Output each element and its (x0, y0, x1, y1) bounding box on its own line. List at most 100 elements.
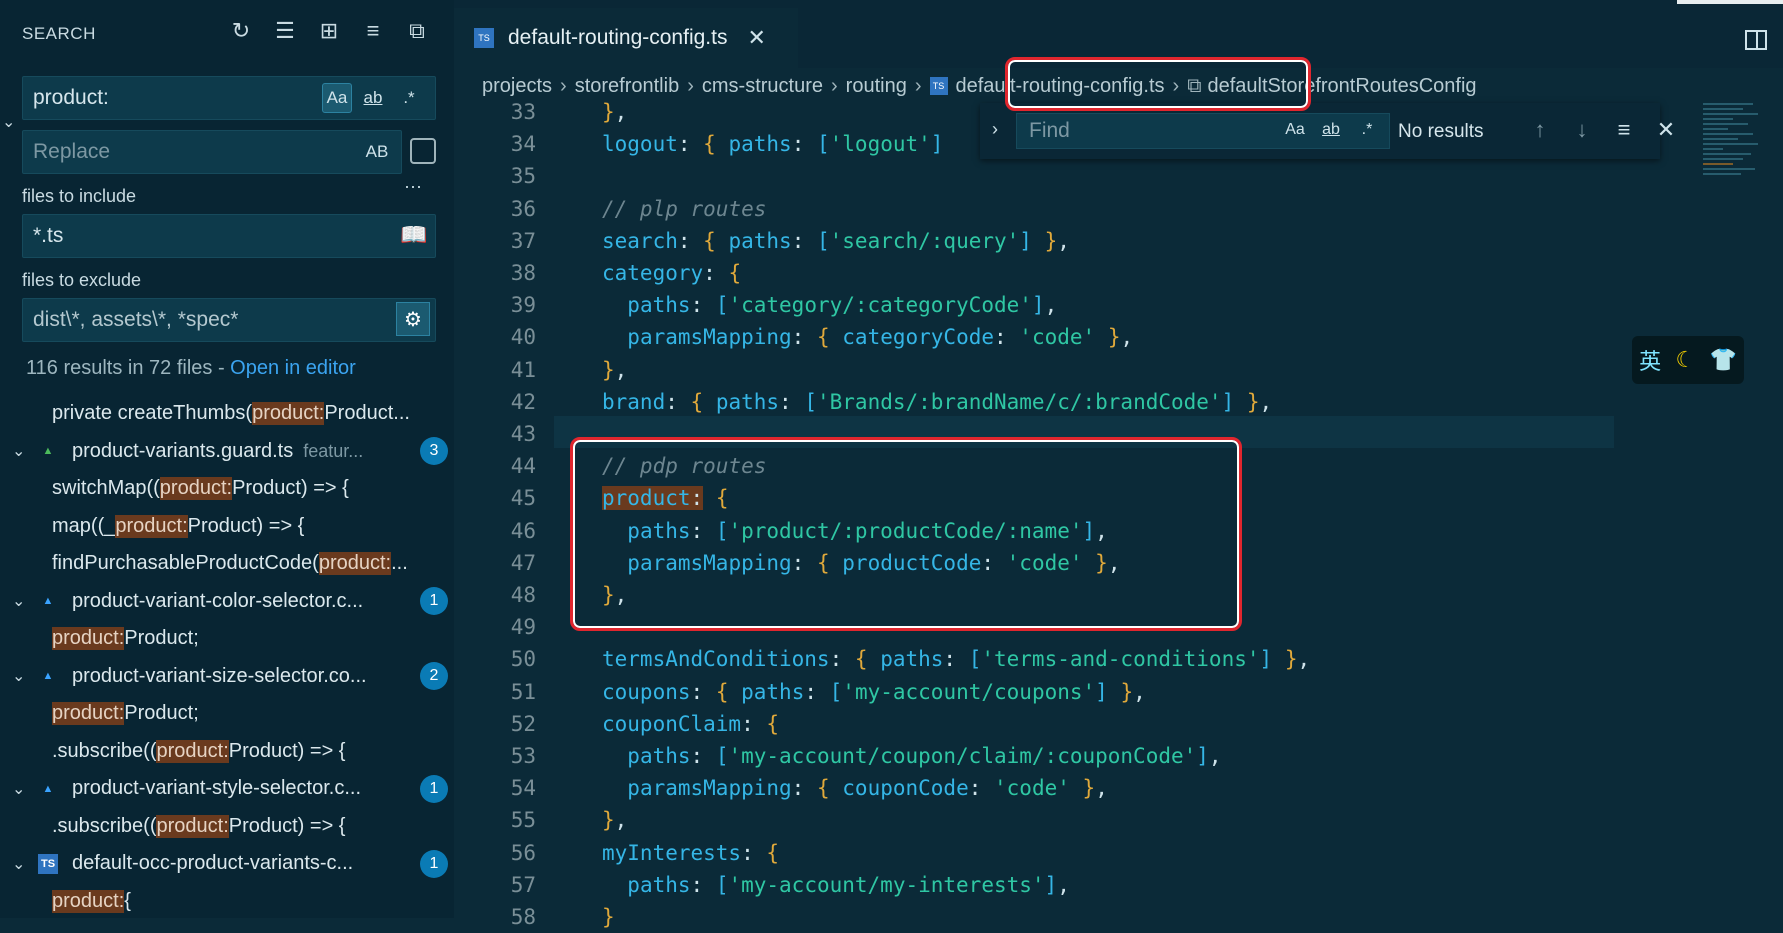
search-match-row[interactable]: findPurchasableProductCode(product: ... (0, 545, 454, 582)
minimap[interactable] (1703, 100, 1763, 240)
code-line: 37 search: { paths: ['search/:query'] }, (454, 225, 1714, 257)
match-highlight: product: (52, 702, 125, 725)
breadcrumb-projects[interactable]: projects (482, 75, 552, 98)
match-highlight: product: (159, 477, 233, 500)
breadcrumb-cms-structure[interactable]: cms-structure (702, 75, 823, 98)
include-input[interactable]: *.ts (22, 214, 436, 258)
match-text: Product) => { (187, 514, 305, 537)
tab-label: default-routing-config.ts (508, 26, 728, 49)
search-file-row[interactable]: ⌄ ▲ product-variant-style-selector.c... 1 (0, 770, 454, 807)
breadcrumb-routing[interactable]: routing (846, 75, 907, 98)
match-whole-word-toggle[interactable]: ab (358, 83, 388, 113)
search-file-row[interactable]: ⌄ ▲ product-variant-size-selector.co... 2 (0, 658, 454, 695)
search-match-row[interactable]: .subscribe((product: Product) => { (0, 808, 454, 845)
toggle-replace-chevron[interactable]: ⌄ (2, 112, 15, 132)
line-number: 53 (510, 744, 536, 768)
shirt-icon[interactable]: 👕 (1709, 347, 1736, 373)
moon-icon[interactable]: ☾ (1675, 347, 1695, 373)
tab-default-routing-config[interactable]: TS default-routing-config.ts ✕ (454, 8, 798, 68)
typescript-file-icon: TS (929, 77, 948, 95)
breadcrumb-storefrontlib[interactable]: storefrontlib (575, 75, 680, 98)
exclude-value: dist\*, assets\*, *spec* (33, 308, 239, 331)
arrow-up-icon[interactable]: ↑ (1528, 117, 1552, 143)
angular-file-icon: ▲ (42, 445, 54, 457)
line-source: } (602, 905, 615, 929)
line-source: coupons: { paths: ['my-account/coupons']… (602, 679, 1146, 704)
match-text: ... (391, 552, 408, 574)
line-source: category: { (602, 261, 742, 285)
close-icon[interactable]: ✕ (747, 25, 765, 51)
replace-input[interactable]: Replace (22, 130, 402, 174)
line-source: paths: ['category/:categoryCode'], (627, 293, 1058, 318)
arrow-down-icon[interactable]: ↓ (1570, 117, 1594, 143)
find-whole-word-toggle[interactable]: ab (1316, 113, 1346, 147)
split-editor-icon[interactable] (1745, 30, 1767, 50)
search-file-row[interactable]: ⌄ TS default-occ-product-variants-c... 1 (0, 845, 454, 882)
search-file-row[interactable]: ⌄ ▲ product-variants.guard.ts featur... 3 (0, 433, 454, 470)
new-search-editor-icon[interactable]: ⊞ (316, 18, 342, 44)
use-regex-toggle[interactable]: .* (394, 83, 424, 113)
line-number: 58 (510, 905, 536, 929)
match-text: map((_ (52, 514, 116, 537)
search-match-row[interactable]: switchMap((product: Product) => { (0, 470, 454, 507)
preserve-case-toggle[interactable]: AB (362, 137, 392, 167)
line-source: }, (602, 100, 628, 124)
line-source: termsAndConditions: { paths: ['terms-and… (602, 647, 1311, 672)
replace-all-icon[interactable] (410, 138, 436, 164)
search-sidebar: SEARCH ↻ ☰ ⊞ ≡ ⧉ ⌄ product: Aa ab .* Rep… (0, 0, 454, 918)
file-name: product-variant-style-selector.c... (72, 777, 361, 799)
chevron-down-icon[interactable]: ⌄ (12, 441, 28, 461)
code-line: 35 (454, 160, 1714, 192)
results-summary: 116 results in 72 files - Open in editor (26, 357, 356, 380)
find-match-case-toggle[interactable]: Aa (1280, 113, 1310, 147)
match-count-badge: 1 (420, 587, 448, 615)
ime-language-icon[interactable]: 英 (1639, 344, 1661, 376)
toggle-search-details[interactable]: ··· (404, 176, 422, 197)
code-line: 51 coupons: { paths: ['my-account/coupons… (454, 676, 1714, 708)
book-icon[interactable]: 📖 (400, 222, 427, 248)
clear-results-icon[interactable]: ☰ (272, 18, 298, 44)
collapse-all-icon[interactable]: ≡ (360, 18, 386, 44)
typescript-file-icon: TS (38, 853, 58, 874)
code-line: 50 termsAndConditions: { paths: ['terms-a… (454, 643, 1714, 675)
search-match-row[interactable]: map((_ product: Product) => { (0, 508, 454, 545)
line-number: 42 (510, 389, 536, 414)
code-line: 39 paths: ['category/:categoryCode'], (454, 289, 1714, 321)
close-icon[interactable]: ✕ (1654, 117, 1678, 143)
search-match-row[interactable]: .subscribe((product: Product) => { (0, 733, 454, 770)
find-in-selection-icon[interactable]: ≡ (1612, 117, 1636, 143)
match-text: Product; (124, 702, 199, 724)
match-text: { (124, 889, 131, 912)
search-match-row[interactable]: product: { (0, 883, 454, 919)
angular-file-icon: ▲ (42, 782, 54, 795)
search-match-row[interactable]: private createThumbs(product: Product... (0, 395, 454, 432)
expand-icon[interactable]: ⧉ (404, 18, 430, 44)
code-line: 56 myInterests: { (454, 837, 1714, 869)
open-in-editor-link[interactable]: Open in editor (230, 357, 356, 379)
toggle-replace-icon[interactable]: › (992, 119, 998, 140)
exclude-input[interactable]: dist\*, assets\*, *spec* (22, 298, 436, 342)
search-file-row[interactable]: ⌄ ▲ product-variant-color-selector.c... 1 (0, 583, 454, 620)
chevron-down-icon[interactable]: ⌄ (12, 854, 28, 874)
replace-placeholder: Replace (33, 140, 111, 163)
line-number: 50 (510, 647, 536, 672)
ime-toolbar[interactable]: 英 ☾ 👕 (1632, 336, 1744, 384)
settings-icon[interactable]: ⚙ (396, 302, 430, 336)
find-regex-toggle[interactable]: .* (1352, 113, 1382, 147)
line-number: 40 (510, 325, 536, 350)
results-count: 116 results in 72 files - (26, 357, 231, 379)
line-source: paramsMapping: { categoryCode: 'code' }, (627, 325, 1134, 350)
search-input-value: product: (33, 86, 109, 109)
refresh-icon[interactable]: ↻ (228, 18, 254, 44)
chevron-down-icon[interactable]: ⌄ (12, 591, 28, 611)
line-number: 55 (510, 808, 536, 833)
chevron-down-icon[interactable]: ⌄ (12, 666, 28, 686)
match-text: private createThumbs( (52, 402, 253, 424)
chevron-down-icon[interactable]: ⌄ (12, 779, 28, 799)
match-count-badge: 2 (420, 662, 448, 690)
code-line: 57 paths: ['my-account/my-interests'], (454, 869, 1714, 901)
match-case-toggle[interactable]: Aa (322, 83, 352, 113)
search-match-row[interactable]: product: Product; (0, 695, 454, 732)
angular-file-icon: ▲ (42, 595, 54, 607)
search-match-row[interactable]: product: Product; (0, 620, 454, 657)
